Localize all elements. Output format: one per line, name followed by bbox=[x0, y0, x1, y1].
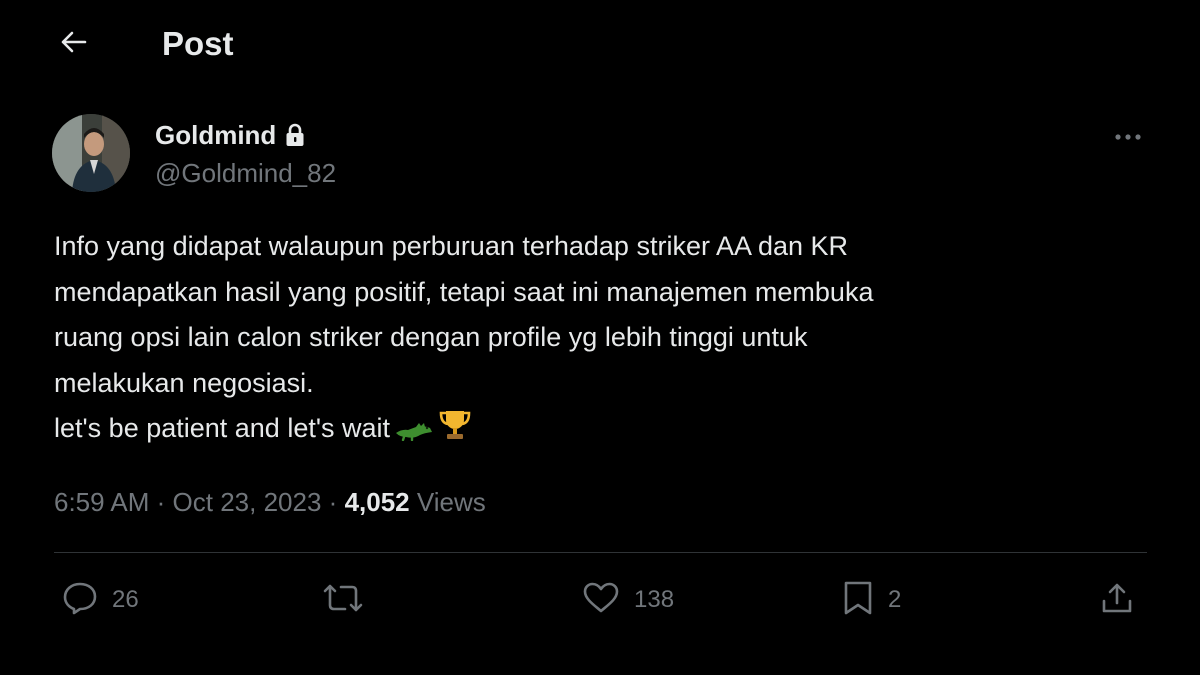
share-button[interactable] bbox=[1100, 578, 1134, 622]
post-meta: 6:59 AM · Oct 23, 2023 · 4,052 Views bbox=[54, 484, 486, 520]
views-label: Views bbox=[416, 487, 486, 517]
views-count: 4,052 bbox=[344, 487, 410, 517]
divider bbox=[54, 552, 1147, 553]
like-count: 138 bbox=[634, 586, 675, 613]
lock-icon bbox=[285, 123, 305, 147]
reply-icon bbox=[62, 581, 98, 620]
arrow-left-icon bbox=[61, 31, 87, 58]
avatar[interactable] bbox=[52, 114, 130, 192]
name-row: Goldmind bbox=[155, 116, 336, 154]
crocodile-emoji bbox=[394, 410, 434, 456]
user-handle[interactable]: @Goldmind_82 bbox=[155, 156, 336, 190]
tweet-text: Info yang didapat walaupun perburuan ter… bbox=[54, 224, 1154, 456]
page-title: Post bbox=[162, 25, 234, 62]
bookmark-button[interactable]: 2 bbox=[842, 578, 901, 622]
more-options-button[interactable] bbox=[1108, 122, 1148, 152]
like-button[interactable]: 138 bbox=[582, 578, 674, 622]
repost-icon bbox=[321, 581, 365, 620]
back-button[interactable] bbox=[52, 24, 96, 64]
tweet-line: Info yang didapat walaupun perburuan ter… bbox=[54, 231, 849, 261]
tweet-line-with-emoji: let's be patient and let's wait bbox=[54, 406, 1154, 456]
tweet-line: let's be patient and let's wait bbox=[54, 413, 391, 443]
post-header: Post bbox=[0, 0, 1200, 88]
heart-icon bbox=[582, 581, 620, 620]
more-dots-icon bbox=[1113, 128, 1143, 146]
bookmark-count: 2 bbox=[888, 586, 902, 613]
bookmark-icon bbox=[842, 580, 874, 621]
meta-separator: · bbox=[156, 487, 166, 517]
post-time[interactable]: 6:59 AM bbox=[54, 487, 149, 517]
tweet-line: mendapatkan hasil yang positif, tetapi s… bbox=[54, 276, 874, 307]
share-icon bbox=[1100, 581, 1134, 620]
tweet-line: melakukan negosiasi. bbox=[54, 367, 314, 398]
author-block: Goldmind @Goldmind_82 bbox=[155, 116, 336, 190]
post-date[interactable]: Oct 23, 2023 bbox=[173, 487, 322, 517]
display-name[interactable]: Goldmind bbox=[155, 120, 276, 151]
meta-separator: · bbox=[328, 487, 338, 517]
tweet-line: ruang opsi lain calon striker dengan pro… bbox=[54, 322, 808, 352]
reply-button[interactable]: 26 bbox=[62, 578, 139, 622]
repost-button[interactable] bbox=[321, 578, 379, 622]
trophy-emoji bbox=[438, 409, 472, 456]
reply-count: 26 bbox=[112, 586, 139, 613]
